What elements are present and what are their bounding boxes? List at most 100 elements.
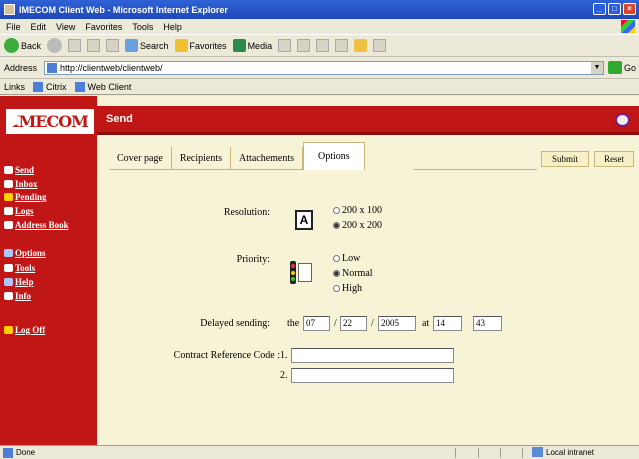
- send-envelope-icon: [615, 113, 630, 127]
- go-label: Go: [624, 62, 637, 73]
- nav-label: Help: [15, 277, 34, 287]
- radio-label: Normal: [342, 268, 373, 279]
- nav-inbox[interactable]: Inbox: [4, 179, 38, 189]
- link-citrix[interactable]: Citrix: [33, 81, 67, 92]
- nav-options[interactable]: Options: [4, 248, 46, 258]
- links-bar: Links Citrix Web Client: [0, 79, 639, 95]
- address-input[interactable]: http://clientweb/clientweb/ ▼: [44, 61, 604, 75]
- tools-icon: [4, 264, 13, 272]
- menu-favorites[interactable]: Favorites: [85, 22, 122, 32]
- priority-option-low[interactable]: Low: [333, 253, 360, 264]
- nav-log-off[interactable]: Log Off: [4, 325, 45, 335]
- page-content: IMECOM Send Inbox Pending Logs Address B…: [0, 96, 639, 445]
- nav-label: Tools: [15, 263, 36, 273]
- radio-button[interactable]: [333, 270, 340, 277]
- menu-file[interactable]: File: [6, 22, 21, 32]
- nav-label: Pending: [15, 192, 47, 202]
- contract-code-input-1[interactable]: [291, 348, 454, 363]
- tab-cover-page[interactable]: Cover page: [109, 147, 172, 170]
- priority-traffic-light-icon: [290, 261, 317, 284]
- delayed-day-input[interactable]: 22: [340, 316, 367, 331]
- address-dropdown-icon[interactable]: ▼: [591, 62, 603, 74]
- delayed-year-input[interactable]: 2005: [378, 316, 416, 331]
- minimize-button[interactable]: _: [593, 3, 606, 15]
- nav-send[interactable]: Send: [4, 165, 34, 175]
- folder-icon[interactable]: [354, 39, 368, 52]
- go-button[interactable]: Go: [608, 61, 636, 74]
- menu-view[interactable]: View: [56, 22, 75, 32]
- delayed-minute-input[interactable]: 43: [473, 316, 502, 331]
- address-value: http://clientweb/clientweb/: [60, 63, 163, 73]
- delayed-sending-label: Delayed sending:: [200, 318, 270, 329]
- nav-logs[interactable]: Logs: [4, 206, 34, 216]
- title-bar: IMECOM Client Web - Microsoft Internet E…: [0, 0, 639, 19]
- menu-tools[interactable]: Tools: [132, 22, 153, 32]
- contract-code-input-2[interactable]: [291, 368, 454, 383]
- nav-info[interactable]: Info: [4, 291, 31, 301]
- nav-label: Options: [15, 248, 46, 258]
- menu-edit[interactable]: Edit: [31, 22, 47, 32]
- tab-bar: Cover page Recipients Attachements Optio…: [109, 142, 365, 170]
- discuss-button[interactable]: [373, 39, 387, 52]
- nav-pending[interactable]: Pending: [4, 192, 47, 202]
- radio-button[interactable]: [333, 255, 340, 262]
- intranet-icon: [532, 447, 543, 457]
- contract-reference-label: Contract Reference Code :: [173, 350, 280, 361]
- refresh-button[interactable]: [87, 39, 101, 52]
- pending-icon: [4, 193, 13, 201]
- contract-line-2-label: 2.: [280, 370, 288, 381]
- delayed-month-input[interactable]: 07: [303, 316, 330, 331]
- print-button[interactable]: [316, 39, 330, 52]
- radio-button[interactable]: [333, 285, 340, 292]
- close-button[interactable]: ×: [623, 3, 636, 15]
- media-button[interactable]: Media: [232, 39, 273, 52]
- tab-attachements[interactable]: Attachements: [231, 147, 304, 170]
- radio-button[interactable]: [333, 207, 340, 214]
- forward-button[interactable]: [47, 38, 63, 53]
- send-icon: [4, 166, 13, 174]
- back-label: Back: [21, 40, 42, 51]
- zone-label: Local intranet: [546, 447, 595, 457]
- reset-button[interactable]: Reset: [594, 151, 634, 167]
- resolution-option-200[interactable]: 200 x 200: [333, 220, 382, 231]
- nav-address-book[interactable]: Address Book: [4, 220, 69, 230]
- mail-button[interactable]: [297, 39, 311, 52]
- status-divider: [455, 448, 456, 458]
- menu-help[interactable]: Help: [163, 22, 182, 32]
- favorites-button[interactable]: Favorites: [174, 39, 227, 52]
- media-label: Media: [247, 40, 273, 51]
- delayed-the-text: the: [287, 318, 300, 329]
- nav-help[interactable]: Help: [4, 277, 34, 287]
- priority-option-normal[interactable]: Normal: [333, 268, 373, 279]
- logo-text: IMECOM: [12, 112, 89, 131]
- edit-button[interactable]: [335, 39, 349, 52]
- contract-line-1-label: 1.: [280, 350, 288, 361]
- favorites-label: Favorites: [189, 40, 227, 51]
- tab-recipients[interactable]: Recipients: [171, 147, 232, 170]
- date-separator: /: [334, 318, 337, 329]
- info-icon: [4, 292, 13, 300]
- delayed-hour-input[interactable]: 14: [433, 316, 462, 331]
- home-button[interactable]: [106, 39, 120, 52]
- back-button[interactable]: Back: [4, 38, 41, 53]
- page-title: Send: [106, 113, 133, 125]
- resolution-option-100[interactable]: 200 x 100: [333, 205, 382, 216]
- link-web-client[interactable]: Web Client: [74, 81, 131, 92]
- page-header: Send: [97, 106, 639, 135]
- maximize-button[interactable]: □: [608, 3, 621, 15]
- nav-label: Address Book: [15, 220, 69, 230]
- help-icon: [4, 278, 13, 286]
- radio-button[interactable]: [333, 222, 340, 229]
- nav-tools[interactable]: Tools: [4, 263, 35, 273]
- links-label: Links: [4, 81, 26, 92]
- priority-option-high[interactable]: High: [333, 283, 362, 294]
- submit-button[interactable]: Submit: [541, 151, 589, 167]
- window-controls: _ □ ×: [593, 3, 636, 15]
- delayed-at-text: at: [422, 318, 430, 329]
- address-label: Address: [4, 62, 38, 73]
- priority-label: Priority:: [236, 254, 270, 265]
- search-button[interactable]: Search: [125, 39, 169, 52]
- history-button[interactable]: [278, 39, 292, 52]
- tab-options[interactable]: Options: [303, 142, 365, 170]
- stop-button[interactable]: [68, 39, 82, 52]
